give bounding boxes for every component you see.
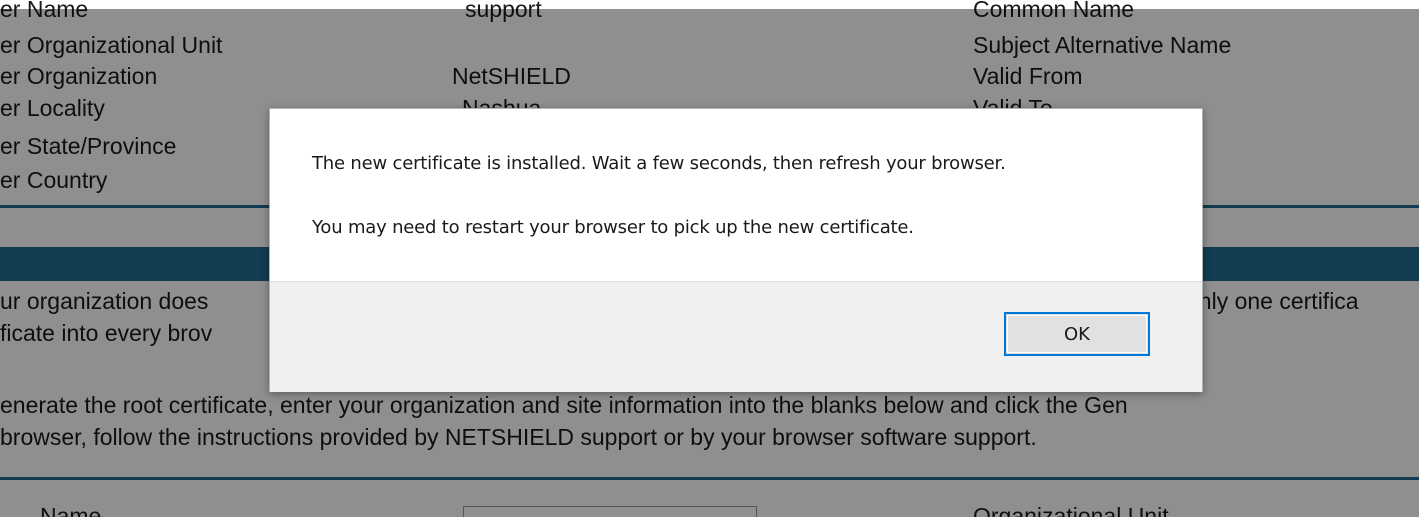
dialog-message-line1: The new certificate is installed. Wait a… [312, 153, 1006, 174]
dialog-message-line2: You may need to restart your browser to … [312, 217, 914, 238]
ok-button[interactable]: OK [1004, 312, 1150, 356]
top-strip [0, 0, 1419, 9]
dialog-footer: OK [270, 281, 1202, 392]
certificate-installed-dialog: The new certificate is installed. Wait a… [269, 108, 1203, 392]
